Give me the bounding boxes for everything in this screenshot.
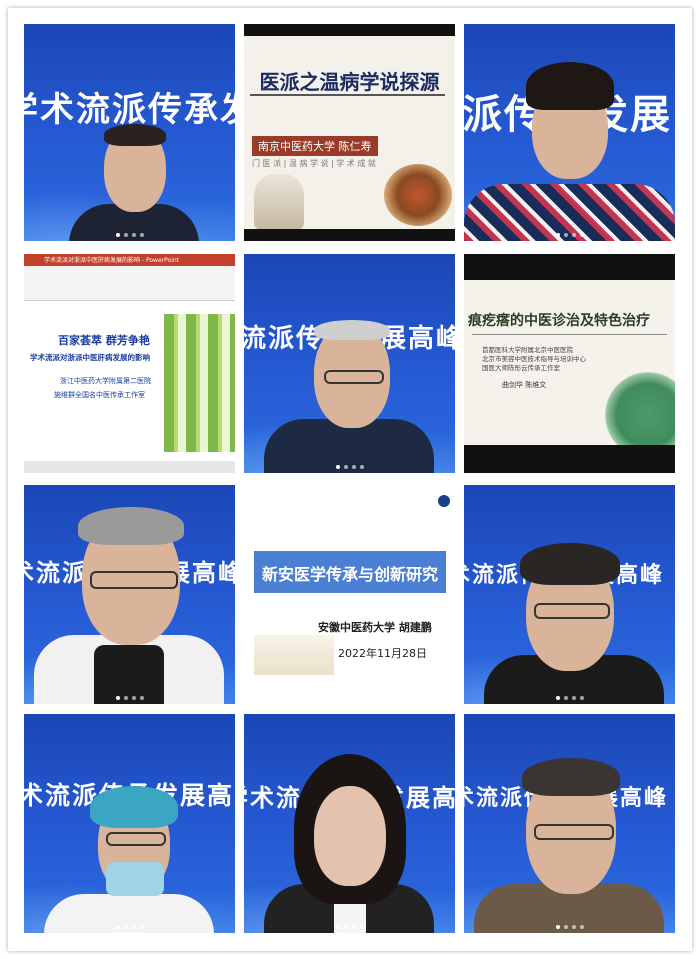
page-indicator <box>335 925 364 929</box>
slide-title: 新安医学传承与创新研究 <box>261 565 438 584</box>
page-indicator <box>555 233 584 237</box>
powerpoint-titlebar: 学术流派对浙派中医肝病发展的影响 - PowerPoint <box>24 254 235 266</box>
glasses <box>106 832 166 846</box>
slide-names: 曲剑华 陈维文 <box>502 381 547 389</box>
glasses <box>534 824 614 840</box>
slide-line-3: 浙江中医药大学附属第二医院 <box>60 377 151 385</box>
page-indicator <box>115 233 144 237</box>
slide-line-2: 学术流派对浙派中医肝病发展的影响 <box>30 353 150 362</box>
glasses <box>534 603 610 619</box>
university-logo <box>438 495 450 507</box>
slide-line-4: 施维群全国名中医传承工作室 <box>54 391 145 399</box>
video-tile-1[interactable]: 学术流派传承发展高峰 <box>24 24 235 241</box>
slide-title: 医派之温病学说探源 <box>259 70 440 94</box>
video-tile-4[interactable]: 学术流派对浙派中医肝病发展的影响 - PowerPoint 百家荟萃 群芳争艳 … <box>24 254 235 473</box>
slide-canvas: 百家荟萃 群芳争艳 学术流派对浙派中医肝病发展的影响 浙江中医药大学附属第二医院… <box>24 314 235 452</box>
powerpoint-statusbar <box>24 461 235 473</box>
glasses <box>324 370 384 384</box>
video-tile-8[interactable]: 新安医学传承与创新研究 安徽中医药大学 胡建鹏 2022年11月28日 <box>244 485 455 704</box>
slide-line-1: 百家荟萃 群芳争艳 <box>58 334 150 347</box>
slide-tags: 门 医 派 | 温 病 学 说 | 学 术 成 就 <box>252 159 376 168</box>
video-tile-9[interactable]: 学术流派传承发展高峰 <box>464 485 675 704</box>
page-indicator <box>115 925 144 929</box>
herb-illustration <box>384 164 452 226</box>
video-tile-5[interactable]: 流派传承发展高峰论 <box>244 254 455 473</box>
photo-collage-frame: 学术流派传承发展高峰 医派之温病学说探源 南京中医药大学 陈仁寿 门 医 派 |… <box>8 8 692 951</box>
video-tile-2[interactable]: 医派之温病学说探源 南京中医药大学 陈仁寿 门 医 派 | 温 病 学 说 | … <box>244 24 455 241</box>
page-indicator <box>555 925 584 929</box>
slide-title: 痕疙瘩的中医诊治及特色治疗 <box>468 313 650 329</box>
video-tile-6[interactable]: 痕疙瘩的中医诊治及特色治疗 首都医科大学附属北京中医医院 北京市美容中医技术指导… <box>464 254 675 473</box>
video-tile-11[interactable]: 学术流派传承发展高峰 <box>244 714 455 933</box>
slide-title-banner: 新安医学传承与创新研究 <box>254 551 446 593</box>
video-tile-12[interactable]: 学术流派传承发展高峰 <box>464 714 675 933</box>
page-indicator <box>335 465 364 469</box>
page-indicator <box>555 696 584 700</box>
ginkgo-illustration <box>600 364 675 449</box>
glasses <box>90 571 178 589</box>
slide-line-3: 国医大师陈彤云传承工作室 <box>482 364 560 372</box>
bamboo-illustration <box>164 314 235 452</box>
tile-banner: 学术流派传承发展高峰 <box>24 90 235 130</box>
landscape-illustration <box>254 635 334 675</box>
face-mask <box>106 862 164 896</box>
page-indicator <box>115 696 144 700</box>
video-tile-10[interactable]: 术流派传承发展高峰论 <box>24 714 235 933</box>
video-tile-3[interactable]: 派传承发展 <box>464 24 675 241</box>
speaker-label: 安徽中医药大学 胡建鹏 <box>318 621 432 634</box>
powerpoint-ribbon <box>24 266 235 301</box>
presentation-date: 2022年11月28日 <box>338 647 427 660</box>
video-tile-7[interactable]: 学术流派传承发展高峰 <box>24 485 235 704</box>
figure-illustration <box>254 174 304 229</box>
speaker-label: 南京中医药大学 陈仁寿 <box>252 136 378 156</box>
surgical-cap <box>90 786 178 828</box>
